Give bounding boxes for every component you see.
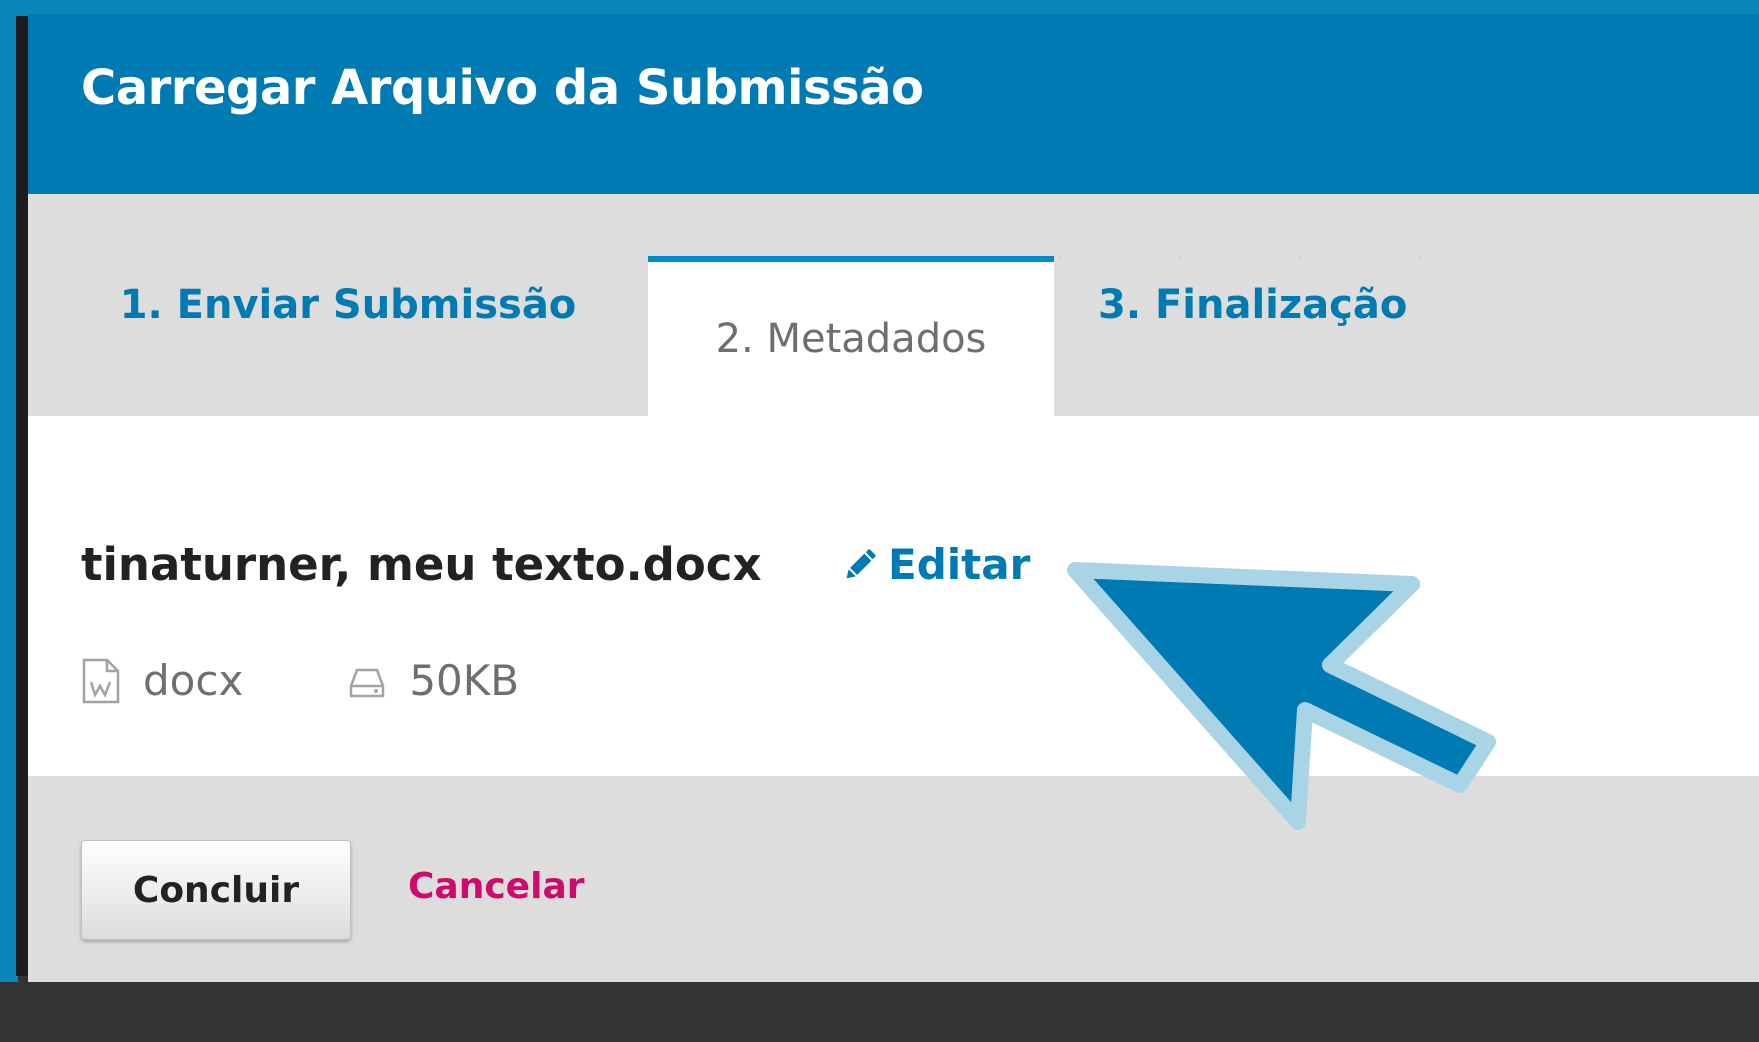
- tab-enviar-submissao[interactable]: 1. Enviar Submissão: [108, 194, 588, 416]
- file-size-label: 50KB: [409, 656, 520, 705]
- edit-label: Editar: [888, 540, 1031, 589]
- file-type-label: docx: [143, 656, 244, 705]
- file-name: tinaturner, meu texto.docx: [81, 538, 762, 591]
- background-frame-shadow: [16, 16, 28, 976]
- tab-metadados[interactable]: 2. Metadados: [648, 256, 1054, 416]
- modal-header: Carregar Arquivo da Submissão: [28, 14, 1759, 194]
- file-details: tinaturner, meu texto.docx Editar docx 5…: [28, 416, 1759, 776]
- edit-file-link[interactable]: Editar: [840, 540, 1030, 589]
- upload-modal: Carregar Arquivo da Submissão 1. Enviar …: [28, 14, 1759, 982]
- concluir-button[interactable]: Concluir: [81, 840, 351, 940]
- tab-finalizacao[interactable]: 3. Finalização: [1098, 194, 1458, 416]
- pencil-icon: [840, 545, 880, 585]
- modal-footer: Concluir Cancelar: [28, 776, 1759, 982]
- hard-drive-icon: [347, 658, 387, 704]
- word-file-icon: [81, 658, 121, 704]
- file-size: 50KB: [347, 656, 519, 705]
- background-overlay-bottom: [0, 982, 1759, 1042]
- file-meta: docx 50KB: [81, 656, 519, 705]
- modal-title: Carregar Arquivo da Submissão: [81, 60, 924, 116]
- cancel-link[interactable]: Cancelar: [408, 866, 584, 907]
- wizard-tabs: 1. Enviar Submissão 2. Metadados 3. Fina…: [28, 194, 1759, 416]
- file-type: docx: [81, 656, 243, 705]
